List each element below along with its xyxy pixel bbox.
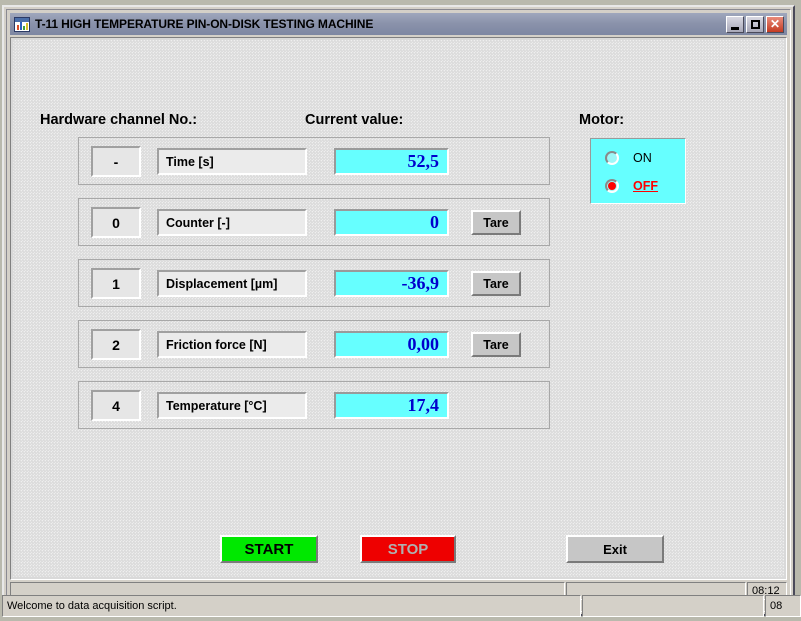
channel-value-3: 0,00 [334, 331, 449, 358]
channel-value-1: 0 [334, 209, 449, 236]
channel-value-0: 52,5 [334, 148, 449, 175]
motor-radio-off[interactable]: OFF [605, 177, 658, 195]
outer-status-clock: 08 [765, 595, 801, 617]
application-window: T-11 HIGH TEMPERATURE PIN-ON-DISK TESTIN… [2, 5, 795, 616]
exit-button[interactable]: Exit [566, 535, 664, 563]
channel-label-2: Displacement [µm] [157, 270, 307, 297]
window-title: T-11 HIGH TEMPERATURE PIN-ON-DISK TESTIN… [35, 17, 374, 31]
chart-window-icon [14, 16, 30, 32]
motor-option-on-label: ON [633, 151, 652, 165]
window-controls: ✕ [726, 15, 787, 33]
form-surface: Hardware channel No.: Current value: Mot… [13, 40, 784, 577]
header-current-value: Current value: [305, 112, 404, 128]
channel-row: 0 Counter [-] 0 Tare [78, 198, 550, 246]
channel-label-1: Counter [-] [157, 209, 307, 236]
motor-radio-on[interactable]: ON [605, 149, 652, 167]
channel-number-4[interactable]: 4 [91, 390, 141, 421]
channel-row: 2 Friction force [N] 0,00 Tare [78, 320, 550, 368]
start-button[interactable]: START [220, 535, 318, 563]
close-icon: ✕ [769, 17, 781, 31]
channel-label-3: Friction force [N] [157, 331, 307, 358]
channel-value-2: -36,9 [334, 270, 449, 297]
outer-status-bar: Welcome to data acquisition script. 08 [2, 595, 801, 617]
tare-button-2[interactable]: Tare [471, 271, 521, 296]
motor-option-off-label: OFF [633, 179, 658, 193]
client-area: Hardware channel No.: Current value: Mot… [10, 37, 787, 580]
outer-status-field [582, 595, 765, 617]
channel-number-0[interactable]: - [91, 146, 141, 177]
channel-number-2[interactable]: 1 [91, 268, 141, 299]
outer-status-message: Welcome to data acquisition script. [2, 595, 582, 617]
radio-unchecked-icon [605, 151, 619, 165]
channel-label-4: Temperature [°C] [157, 392, 307, 419]
stop-button[interactable]: STOP [360, 535, 456, 563]
motor-panel: ON OFF [590, 138, 686, 204]
channel-number-1[interactable]: 0 [91, 207, 141, 238]
channel-row: - Time [s] 52,5 [78, 137, 550, 185]
tare-button-3[interactable]: Tare [471, 332, 521, 357]
channel-value-4: 17,4 [334, 392, 449, 419]
minimize-button[interactable] [726, 15, 744, 33]
header-motor: Motor: [579, 112, 625, 128]
title-bar[interactable]: T-11 HIGH TEMPERATURE PIN-ON-DISK TESTIN… [10, 13, 787, 35]
channel-label-0: Time [s] [157, 148, 307, 175]
window-inner-frame: T-11 HIGH TEMPERATURE PIN-ON-DISK TESTIN… [6, 9, 791, 612]
channel-number-3[interactable]: 2 [91, 329, 141, 360]
channel-row: 1 Displacement [µm] -36,9 Tare [78, 259, 550, 307]
radio-checked-icon [605, 179, 619, 193]
header-hardware-channel: Hardware channel No.: [40, 112, 198, 128]
maximize-button[interactable] [746, 15, 764, 33]
tare-button-1[interactable]: Tare [471, 210, 521, 235]
channel-row: 4 Temperature [°C] 17,4 [78, 381, 550, 429]
close-button[interactable]: ✕ [766, 15, 784, 33]
